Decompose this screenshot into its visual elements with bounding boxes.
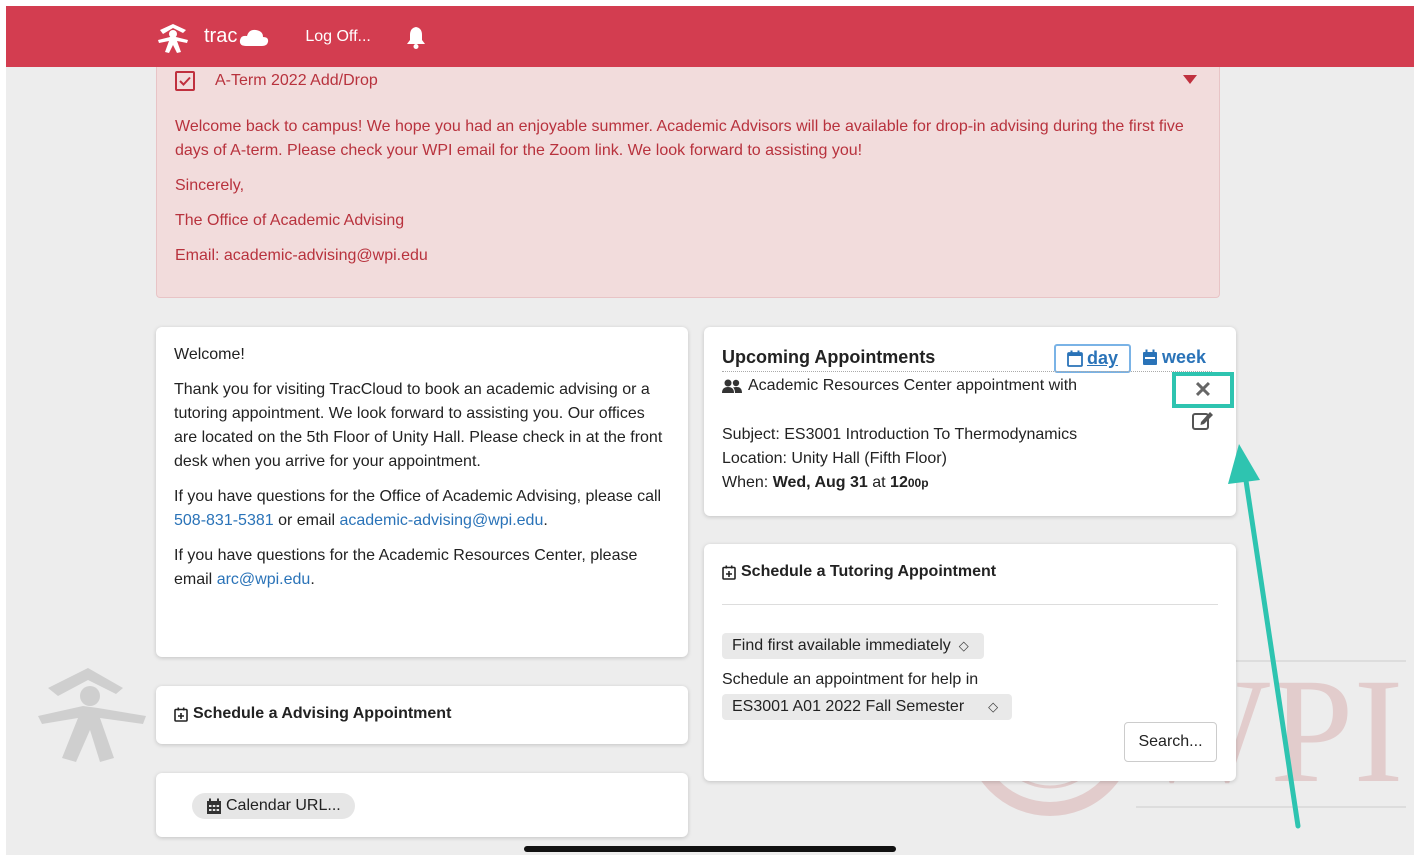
when-date: Wed, Aug 31 [772,474,868,491]
users-icon [722,379,742,393]
upcoming-title: Upcoming Appointments [722,347,936,367]
welcome-heading: Welcome! [174,346,245,363]
advising-appointment-card[interactable]: Schedule a Advising Appointment [156,686,688,744]
when-at: at [867,474,891,491]
arc-contact: If you have questions for the Academic R… [174,544,670,592]
appointment-summary: Academic Resources Center appointment wi… [722,377,1077,395]
calendar-url-card: Calendar URL... [156,773,688,837]
calendar-url-label: Calendar URL... [226,797,341,814]
divider [722,604,1218,605]
course-select-value: ES3001 A01 2022 Fall Semester [732,698,965,715]
appointment-subject: Subject: ES3001 Introduction To Thermody… [722,426,1078,443]
course-select-label: Schedule an appointment for help in [722,671,979,688]
advising-contact-text: or email [273,512,340,529]
calendar-week-icon [1143,349,1157,365]
day-view-button[interactable]: day [1054,344,1131,373]
logoff-link[interactable]: Log Off... [305,28,371,46]
cloud-icon [240,29,269,46]
week-label: week [1162,347,1207,367]
top-navbar: trac Log Off... [6,6,1414,67]
appointment-summary-text: Academic Resources Center appointment wi… [748,377,1078,394]
welcome-card: Welcome! Thank you for visiting TracClou… [156,327,688,657]
when-time: 12 [890,474,908,491]
advising-contact-text: If you have questions for the Office of … [174,488,662,505]
appointment-details: Subject: ES3001 Introduction To Thermody… [722,423,1077,495]
appointment-location: Location: Unity Hall (Fifth Floor) [722,450,947,467]
calendar-icon [207,798,221,814]
select-arrows-icon: ◇ [988,699,999,714]
announcement-paragraph: The Office of Academic Advising [175,212,405,229]
calendar-outline-icon [1067,350,1083,367]
appointment-when: When: Wed, Aug 31 at 1200p [722,471,1077,495]
advising-appointment-title[interactable]: Schedule a Advising Appointment [174,705,451,723]
brand-name[interactable]: trac [204,25,269,48]
edit-icon[interactable] [1191,409,1215,431]
caret-down-icon[interactable] [1183,75,1197,84]
brand-text: trac [204,25,238,47]
tracdat-logo-icon[interactable] [156,20,190,54]
announcement-header[interactable]: A-Term 2022 Add/Drop [175,71,378,91]
select-arrows-icon: ◇ [958,638,969,653]
availability-select-value: Find first available immediately [732,637,951,654]
announcement-paragraph: Email: academic-advising@wpi.edu [175,247,428,264]
checkbox-icon[interactable] [175,71,195,91]
home-indicator [524,846,896,852]
advising-title-text: Schedule a Advising Appointment [193,705,452,722]
upcoming-appointments-card: Upcoming Appointments day week Academic … [704,327,1236,516]
course-select[interactable]: ES3001 A01 2022 Fall Semester ◇ [722,694,1012,720]
tracdat-watermark-icon [38,668,146,762]
bell-icon[interactable] [405,25,427,49]
announcement-title: A-Term 2022 Add/Drop [215,72,378,89]
cancel-appointment-button[interactable]: ✕ [1172,372,1234,408]
welcome-intro: Thank you for visiting TracCloud to book… [174,381,663,470]
advising-contact-text: . [543,512,548,529]
close-icon: ✕ [1193,377,1213,402]
divider [722,371,1212,372]
tutoring-appointment-title[interactable]: Schedule a Tutoring Appointment [722,563,996,581]
week-view-button[interactable]: week [1142,347,1206,368]
search-button[interactable]: Search... [1124,722,1217,762]
arc-contact-text: . [310,571,315,588]
advising-phone-link[interactable]: 508-831-5381 [174,512,274,529]
tutoring-title-text: Schedule a Tutoring Appointment [741,563,997,580]
announcement-body: Welcome back to campus! We hope you had … [175,115,1205,279]
calendar-plus-icon [722,565,736,580]
app-screen: WPI trac Log Off... A-Term 2022 Add/Drop… [6,6,1414,855]
announcement-panel: A-Term 2022 Add/Drop Welcome back to cam… [156,67,1220,298]
calendar-plus-icon [174,707,188,722]
advising-contact: If you have questions for the Office of … [174,485,670,533]
when-suffix: 00p [907,476,929,490]
availability-select[interactable]: Find first available immediately ◇ [722,633,984,659]
advising-email-link[interactable]: academic-advising@wpi.edu [339,512,543,529]
when-label: When: [722,474,773,491]
arc-email-link[interactable]: arc@wpi.edu [217,571,311,588]
calendar-url-button[interactable]: Calendar URL... [192,793,355,819]
day-label: day [1086,348,1119,368]
announcement-paragraph: Welcome back to campus! We hope you had … [175,118,1184,159]
announcement-paragraph: Sincerely, [175,177,245,194]
tutoring-appointment-card: Schedule a Tutoring Appointment Find fir… [704,544,1236,781]
